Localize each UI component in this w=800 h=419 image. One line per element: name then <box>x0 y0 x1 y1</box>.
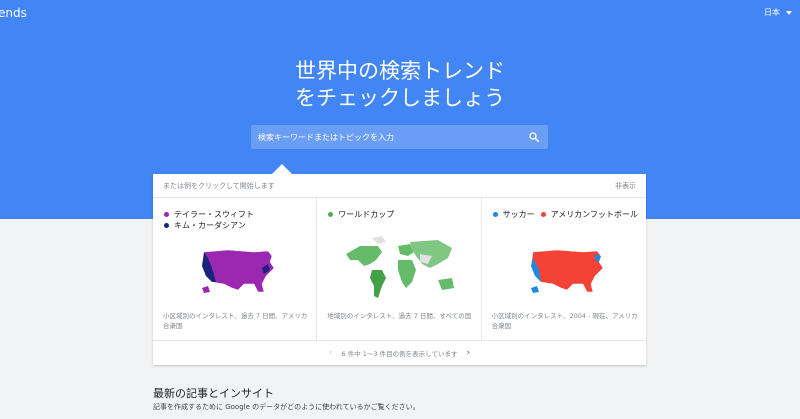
articles-subtitle: 記事を作成するために Google のデータがどのように使われているかご覧くださ… <box>153 403 420 411</box>
legend-item: テイラー・スウィフト <box>164 209 254 220</box>
hide-examples-button[interactable]: 非表示 <box>615 181 636 191</box>
example-card-3[interactable]: サッカー アメリカンフットボール 小区域別のインタレスト、2004 - 現在、ア… <box>482 198 646 340</box>
series-dot <box>164 212 169 217</box>
card-pointer <box>272 164 292 174</box>
chevron-right-icon[interactable]: › <box>466 348 470 358</box>
language-selector[interactable]: 日本 <box>764 7 792 18</box>
search-input[interactable] <box>251 125 521 149</box>
us-map <box>201 249 275 293</box>
search-icon[interactable] <box>528 131 540 143</box>
language-label: 日本 <box>764 8 780 17</box>
examples-card: または例をクリックして開始します 非表示 テイラー・スウィフト キム・カーダシア… <box>153 174 646 365</box>
articles-title: 最新の記事とインサイト <box>153 387 274 400</box>
examples-pager: ‹ 6 件中 1〜3 件目の例を表示しています › <box>153 340 646 364</box>
legend-label: キム・カーダシアン <box>174 221 246 230</box>
legend-item: アメリカンフットボール <box>540 209 638 220</box>
hero-headline: 世界中の検索トレンド をチェックしましょう <box>0 58 800 112</box>
legend-label: アメリカンフットボール <box>550 210 638 219</box>
examples-header: または例をクリックして開始します 非表示 <box>153 174 646 198</box>
search-box <box>251 125 548 149</box>
example-card-1[interactable]: テイラー・スウィフト キム・カーダシアン 小区域別のインタレスト、過去 7 日間… <box>153 198 318 340</box>
legend-row: サッカー アメリカンフットボール <box>492 209 638 220</box>
caret-down-icon <box>786 10 792 15</box>
legend-item: キム・カーダシアン <box>164 220 254 231</box>
series-dot <box>492 212 498 217</box>
example-caption: 小区域別のインタレスト、2004 - 現在、アメリカ合衆国 <box>491 312 638 330</box>
legend-item: ワールドカップ <box>328 209 394 220</box>
series-dot <box>540 212 546 217</box>
legend-label: サッカー <box>502 210 535 219</box>
brand-logo-text[interactable]: ends <box>0 6 27 20</box>
hero-line-2: をチェックしましょう <box>295 86 505 110</box>
us-map <box>530 249 603 293</box>
series-dot <box>164 223 169 228</box>
series-dot <box>328 212 334 217</box>
example-legend: サッカー アメリカンフットボール <box>492 209 638 220</box>
chevron-left-icon[interactable]: ‹ <box>329 348 333 358</box>
pager-status: 6 件中 1〜3 件目の例を表示しています <box>341 349 458 358</box>
legend-item: サッカー <box>492 209 535 220</box>
legend-label: ワールドカップ <box>338 210 395 219</box>
legend-label: テイラー・スウィフト <box>174 210 254 219</box>
examples-hint: または例をクリックして開始します <box>163 181 275 190</box>
example-legend: テイラー・スウィフト キム・カーダシアン <box>164 209 254 231</box>
example-caption: 小区域別のインタレスト、過去 7 日間、アメリカ合衆国 <box>163 312 308 330</box>
example-legend: ワールドカップ <box>328 209 394 220</box>
hero-line-1: 世界中の検索トレンド <box>295 59 505 83</box>
examples-list: テイラー・スウィフト キム・カーダシアン 小区域別のインタレスト、過去 7 日間… <box>153 198 646 340</box>
world-map <box>346 236 455 298</box>
example-card-2[interactable]: ワールドカップ 地域別のインタレスト、過去 7 日間、すべての国 <box>317 198 482 340</box>
example-caption: 地域別のインタレスト、過去 7 日間、すべての国 <box>327 312 472 320</box>
